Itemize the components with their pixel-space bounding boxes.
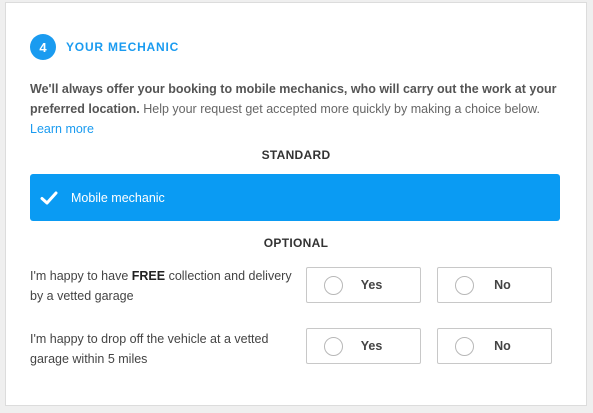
no-label: No: [494, 278, 511, 292]
intro-body-text: Help your request get accepted more quic…: [139, 102, 540, 116]
yes-label: Yes: [360, 339, 383, 353]
question-text: I'm happy to drop off the vehicle at a v…: [30, 332, 269, 366]
radio-icon: [455, 336, 474, 356]
drop-off-yes-option[interactable]: Yes: [306, 328, 421, 364]
drop-off-question: I'm happy to drop off the vehicle at a v…: [30, 329, 295, 369]
intro-text: We'll always offer your booking to mobil…: [30, 79, 570, 139]
optional-section-label: OPTIONAL: [263, 236, 329, 250]
collection-delivery-question: I'm happy to have FREE collection and de…: [30, 266, 295, 306]
radio-icon: [324, 275, 343, 295]
learn-more-link[interactable]: Learn more: [30, 122, 94, 136]
question-text: I'm happy to have: [30, 269, 132, 283]
yes-label: Yes: [360, 278, 383, 292]
mechanic-step-card: 4 YOUR MECHANIC We'll always offer your …: [5, 2, 587, 406]
mobile-mechanic-option[interactable]: Mobile mechanic: [30, 174, 560, 221]
radio-icon: [455, 275, 474, 295]
step-number-badge: 4: [30, 34, 56, 60]
collection-no-option[interactable]: No: [437, 267, 552, 303]
standard-section-label: STANDARD: [261, 148, 331, 162]
no-label: No: [494, 339, 511, 353]
drop-off-no-option[interactable]: No: [437, 328, 552, 364]
checkmark-icon: [40, 191, 58, 204]
radio-icon: [324, 336, 343, 356]
mobile-mechanic-label: Mobile mechanic: [71, 190, 165, 205]
step-title: YOUR MECHANIC: [66, 40, 180, 54]
question-free-text: FREE: [131, 269, 166, 283]
step-header: 4 YOUR MECHANIC: [30, 33, 179, 61]
collection-yes-option[interactable]: Yes: [306, 267, 421, 303]
